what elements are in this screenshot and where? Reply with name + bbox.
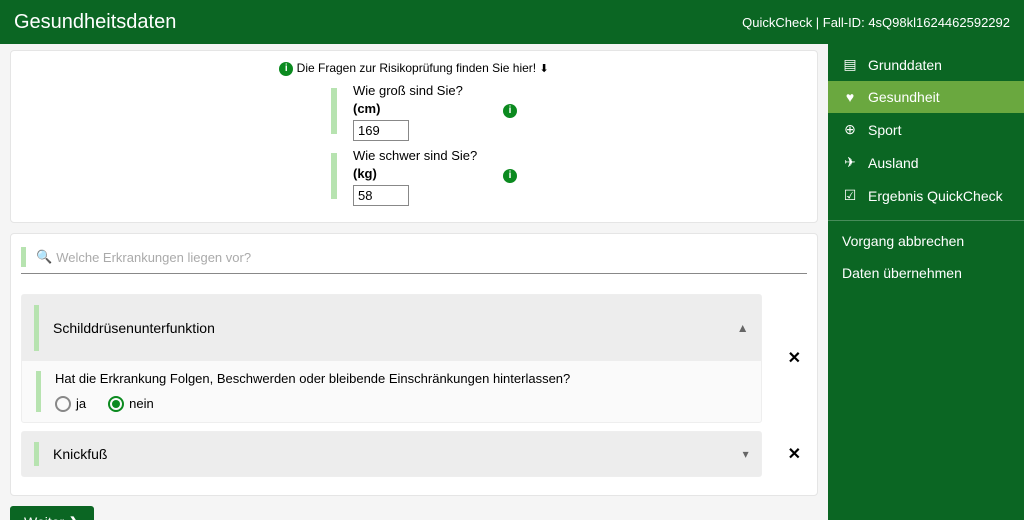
weight-row: Wie schwer sind Sie? (kg) i <box>21 147 807 206</box>
info-icon[interactable]: i <box>503 104 517 118</box>
plane-icon: ✈ <box>842 154 858 171</box>
next-button-label: Weiter <box>24 514 64 520</box>
chevron-down-icon[interactable]: ▾ <box>743 447 749 461</box>
sidebar-item-ergebnis[interactable]: ☑ Ergebnis QuickCheck <box>828 179 1024 212</box>
next-button[interactable]: Weiter ❯ <box>10 506 94 520</box>
search-wrap <box>21 244 807 274</box>
weight-unit: (kg) <box>353 166 377 181</box>
sidebar-item-label: Grunddaten <box>868 57 942 73</box>
disease-body: Hat die Erkrankung Folgen, Beschwerden o… <box>22 361 761 422</box>
disease-question: Hat die Erkrankung Folgen, Beschwerden o… <box>55 371 570 386</box>
download-icon[interactable] <box>539 61 548 75</box>
main-content: i Die Fragen zur Risikoprüfung finden Si… <box>0 44 828 520</box>
chevron-right-icon: ❯ <box>68 514 80 520</box>
accent-bar <box>34 305 39 351</box>
radio-nein-label: nein <box>129 396 154 411</box>
sidebar: ▤ Grunddaten ♥ Gesundheit ⊕ Sport ✈ Ausl… <box>828 44 1024 520</box>
ball-icon: ⊕ <box>842 121 858 138</box>
sidebar-item-label: Ausland <box>868 155 919 171</box>
disease-name: Knickfuß <box>53 446 743 462</box>
accent-bar <box>21 247 26 267</box>
chevron-up-icon[interactable]: ▲ <box>737 321 749 335</box>
sidebar-item-label: Ergebnis QuickCheck <box>868 188 1003 204</box>
submit-action[interactable]: Daten übernehmen <box>828 257 1024 289</box>
sidebar-item-gesundheit[interactable]: ♥ Gesundheit <box>828 81 1024 113</box>
height-row: Wie groß sind Sie? (cm) i <box>21 82 807 141</box>
radio-ja[interactable]: ja <box>55 396 86 412</box>
disease-item: Schilddrüsenunterfunktion ▲ Hat die Erkr… <box>21 294 762 423</box>
info-banner-card: i Die Fragen zur Risikoprüfung finden Si… <box>10 50 818 223</box>
remove-disease-button[interactable]: ✕ <box>782 438 807 470</box>
cancel-action[interactable]: Vorgang abbrechen <box>828 225 1024 257</box>
sidebar-item-sport[interactable]: ⊕ Sport <box>828 113 1024 146</box>
page-title: Gesundheitsdaten <box>14 11 176 34</box>
disease-name: Schilddrüsenunterfunktion <box>53 320 737 336</box>
radio-ja-label: ja <box>76 396 86 411</box>
case-id: QuickCheck | Fall-ID: 4sQ98kl16244625922… <box>742 15 1010 30</box>
weight-label: Wie schwer sind Sie? <box>353 148 477 163</box>
sidebar-item-grunddaten[interactable]: ▤ Grunddaten <box>828 48 1024 81</box>
disease-item: Knickfuß ▾ <box>21 431 762 477</box>
height-label: Wie groß sind Sie? <box>353 83 463 98</box>
search-icon <box>36 248 52 266</box>
accent-bar <box>34 442 39 466</box>
sidebar-item-label: Gesundheit <box>868 89 940 105</box>
remove-disease-button[interactable]: ✕ <box>782 342 807 374</box>
info-icon[interactable]: i <box>503 169 517 183</box>
disease-card: Schilddrüsenunterfunktion ▲ Hat die Erkr… <box>10 233 818 496</box>
accent-bar <box>331 88 337 134</box>
disease-header[interactable]: Knickfuß ▾ <box>22 432 761 476</box>
radio-nein[interactable]: nein <box>108 396 154 412</box>
accent-bar <box>36 371 41 412</box>
top-bar: Gesundheitsdaten QuickCheck | Fall-ID: 4… <box>0 0 1024 44</box>
height-unit: (cm) <box>353 101 380 116</box>
disease-row: Knickfuß ▾ ✕ <box>21 431 807 477</box>
check-icon: ☑ <box>842 187 858 204</box>
disease-row: Schilddrüsenunterfunktion ▲ Hat die Erkr… <box>21 294 807 423</box>
disease-search-input[interactable] <box>52 246 807 269</box>
accent-bar <box>331 153 337 199</box>
height-input[interactable] <box>353 120 409 141</box>
disease-header[interactable]: Schilddrüsenunterfunktion ▲ <box>22 295 761 361</box>
info-icon: i <box>279 62 293 76</box>
weight-input[interactable] <box>353 185 409 206</box>
info-banner-text: Die Fragen zur Risikoprüfung finden Sie … <box>297 61 536 75</box>
form-icon: ▤ <box>842 56 858 73</box>
sidebar-item-ausland[interactable]: ✈ Ausland <box>828 146 1024 179</box>
sidebar-item-label: Sport <box>868 122 901 138</box>
heart-icon: ♥ <box>842 89 858 105</box>
